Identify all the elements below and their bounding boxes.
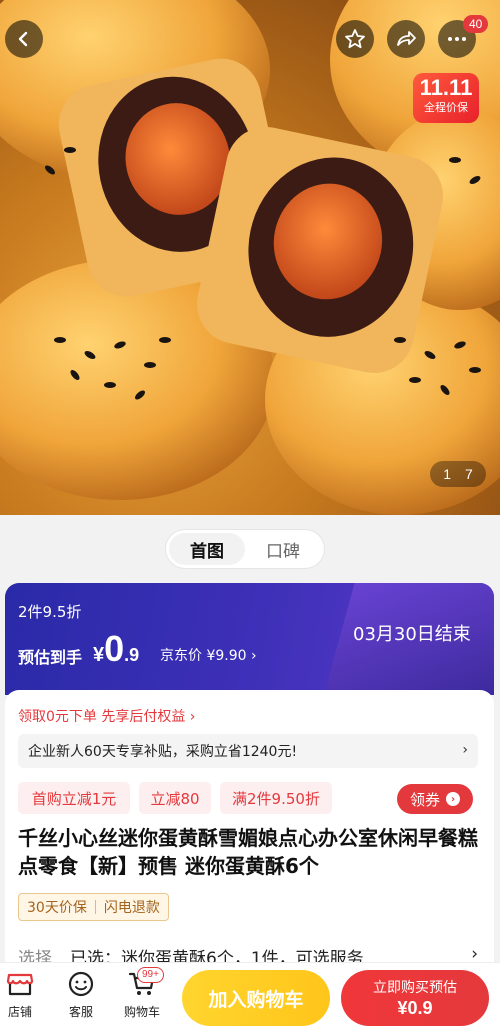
customer-service-icon — [68, 971, 94, 997]
gallery-tabs: 首图 口碑 — [165, 529, 325, 569]
tab-main-image[interactable]: 首图 — [169, 533, 245, 565]
image-current-index: 1 — [443, 466, 451, 482]
customer-service-button[interactable]: 客服 — [56, 969, 106, 1020]
tab-reviews[interactable]: 口碑 — [245, 533, 321, 565]
product-title: 千丝小心丝迷你蛋黄酥雪媚娘点心办公室休闲早餐糕点零食【新】预售 迷你蛋黄酥6个 — [18, 826, 478, 878]
chevron-left-icon — [18, 31, 28, 47]
promo-badge-small-text: 全程价保 — [424, 101, 468, 114]
promo-end-date: 03月30日结束 — [353, 624, 471, 645]
claim-coupon-label: 领券 — [409, 790, 440, 809]
cart-label: 购物车 — [123, 1005, 160, 1019]
star-icon — [345, 29, 365, 49]
price-banner: 2件9.5折 预估到手 ¥0.9 京东价 ¥9.90 › 03月30日结束 — [5, 583, 494, 695]
back-button[interactable] — [5, 20, 43, 58]
message-count-badge: 40 — [463, 15, 489, 33]
price-integer: 0 — [104, 628, 125, 669]
store-icon — [6, 973, 34, 996]
estimate-label: 预估到手 — [18, 648, 83, 667]
product-info-card: 领取0元下单 先享后付权益 › 企业新人60天专享补贴，采购立省1240元! ›… — [5, 690, 494, 966]
product-image-gallery[interactable]: 40 11.11 全程价保 1 7 — [0, 0, 500, 515]
arrow-right-circle-icon: › — [446, 792, 460, 806]
price-decimal: .9 — [124, 645, 140, 665]
more-dots-icon — [448, 37, 466, 41]
image-total-count: 7 — [465, 466, 473, 482]
buy-now-price: ¥0.9 — [397, 998, 433, 1018]
price-protection-tag: 30天价保 — [27, 900, 87, 916]
image-counter: 1 7 — [430, 461, 486, 487]
jd-price-link[interactable]: 京东价 ¥9.90 › — [160, 645, 257, 665]
coupon-discount-80[interactable]: 立减80 — [139, 782, 211, 814]
coupon-first-order[interactable]: 首购立减1元 — [18, 782, 130, 814]
gallery-tabs-area: 首图 口碑 — [0, 515, 500, 585]
bottom-action-bar: 店铺 客服 购物车 99+ 加入购物车 立即购买预估 ¥0.9 — [0, 962, 500, 1032]
claim-coupon-button[interactable]: 领券 › — [397, 784, 473, 814]
promo-badge-1111: 11.11 全程价保 — [413, 73, 479, 123]
cart-count-badge: 99+ — [137, 967, 164, 983]
share-button[interactable] — [387, 20, 425, 58]
fast-refund-tag: 闪电退款 — [103, 900, 160, 916]
service-tags[interactable]: 30天价保 闪电退款 — [18, 893, 169, 921]
buy-now-button[interactable]: 立即购买预估 ¥0.9 — [341, 970, 489, 1026]
estimate-price: ¥0.9 — [93, 628, 139, 670]
enterprise-subsidy-row[interactable]: 企业新人60天专享补贴，采购立省1240元! › — [18, 734, 478, 768]
store-button[interactable]: 店铺 — [0, 969, 45, 1020]
promo-badge-big-text: 11.11 — [419, 75, 473, 100]
deal-tag: 2件9.5折 — [18, 603, 82, 621]
store-label: 店铺 — [7, 1005, 32, 1019]
paylater-link[interactable]: 领取0元下单 先享后付权益 › — [18, 706, 195, 726]
add-to-cart-button[interactable]: 加入购物车 — [182, 970, 330, 1026]
price-currency: ¥ — [93, 644, 105, 666]
buy-now-label: 立即购买预估 — [373, 980, 457, 996]
customer-service-label: 客服 — [68, 1005, 93, 1019]
favorite-button[interactable] — [336, 20, 374, 58]
chevron-right-icon: › — [462, 742, 468, 758]
subsidy-text: 企业新人60天专享补贴，采购立省1240元! — [28, 744, 298, 760]
chevron-right-icon: › — [471, 944, 478, 964]
coupon-two-items[interactable]: 满2件9.50折 — [220, 782, 332, 814]
share-icon — [397, 31, 416, 46]
